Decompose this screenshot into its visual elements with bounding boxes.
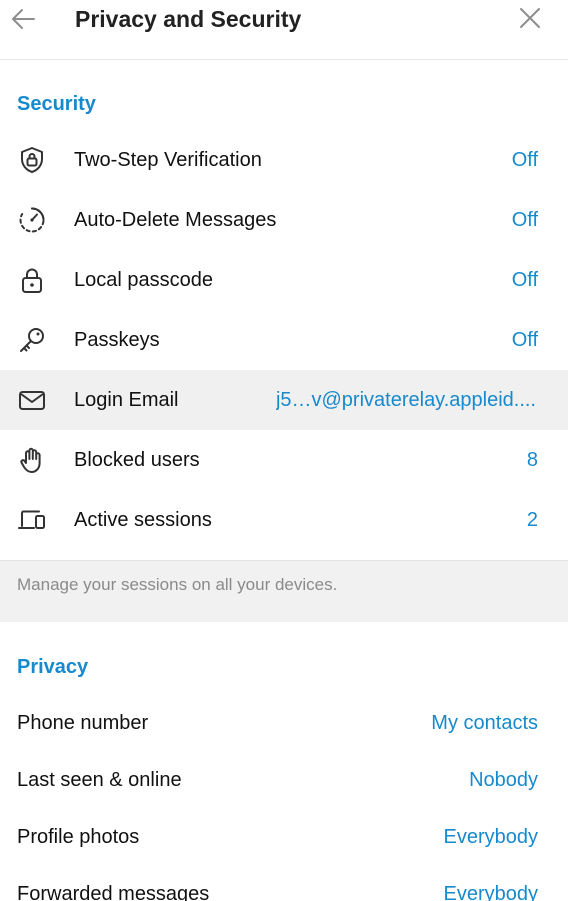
header: Privacy and Security <box>0 0 568 60</box>
row-forwarded-messages[interactable]: Forwarded messages Everybody <box>0 866 568 901</box>
lock-icon <box>22 268 42 293</box>
row-value: Off <box>511 269 538 291</box>
row-label: Forwarded messages <box>17 883 210 901</box>
row-label: Two-Step Verification <box>74 149 262 171</box>
sessions-note-text: Manage your sessions on all your devices… <box>17 575 338 594</box>
row-value: Everybody <box>443 826 539 848</box>
row-label: Active sessions <box>74 509 212 531</box>
row-label: Last seen & online <box>17 769 182 791</box>
privacy-security-panel: Privacy and Security Security Two-Step V… <box>0 0 568 901</box>
row-value: j5…v@privaterelay.appleid.... <box>275 389 536 411</box>
row-label: Blocked users <box>74 449 200 471</box>
row-local-passcode[interactable]: Local passcode Off <box>0 250 568 310</box>
row-label: Passkeys <box>74 329 160 351</box>
row-label: Profile photos <box>17 826 140 848</box>
row-value: 8 <box>526 449 538 471</box>
sessions-note: Manage your sessions on all your devices… <box>0 560 568 622</box>
envelope-icon <box>19 391 45 410</box>
row-value: 2 <box>526 509 538 531</box>
hand-icon <box>20 447 41 473</box>
row-auto-delete-messages[interactable]: Auto-Delete Messages Off <box>0 190 568 250</box>
row-label: Auto-Delete Messages <box>74 209 277 231</box>
arrow-left-icon[interactable] <box>9 5 37 33</box>
section-title-privacy: Privacy <box>17 656 89 678</box>
row-value: Nobody <box>469 769 538 791</box>
row-last-seen-online[interactable]: Last seen & online Nobody <box>0 752 568 809</box>
row-active-sessions[interactable]: Active sessions 2 <box>0 490 568 550</box>
row-value: My contacts <box>431 712 538 734</box>
row-label: Phone number <box>17 712 149 734</box>
row-two-step-verification[interactable]: Two-Step Verification Off <box>0 130 568 190</box>
row-label: Login Email <box>74 389 179 411</box>
close-icon[interactable] <box>518 6 542 30</box>
devices-icon <box>18 510 45 529</box>
row-phone-number[interactable]: Phone number My contacts <box>0 695 568 752</box>
row-value: Off <box>511 149 538 171</box>
section-title-security: Security <box>17 93 96 115</box>
row-profile-photos[interactable]: Profile photos Everybody <box>0 809 568 866</box>
row-passkeys[interactable]: Passkeys Off <box>0 310 568 370</box>
page-title: Privacy and Security <box>75 6 302 32</box>
row-login-email[interactable]: Login Email j5…v@privaterelay.appleid...… <box>0 370 568 430</box>
row-label: Local passcode <box>74 269 213 291</box>
timer-icon <box>19 207 45 233</box>
row-blocked-users[interactable]: Blocked users 8 <box>0 430 568 490</box>
row-value: Off <box>511 209 538 231</box>
shield-lock-icon <box>21 147 43 173</box>
row-value: Everybody <box>443 883 539 901</box>
row-value: Off <box>511 329 538 351</box>
key-icon <box>20 328 44 352</box>
